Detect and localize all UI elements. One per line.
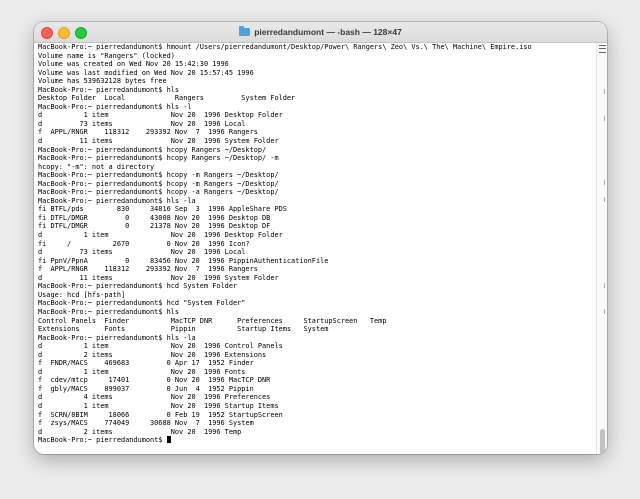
terminal-line: d 1 item Nov 20 1996 Control Panels	[38, 342, 283, 351]
terminal-line: d 73 items Nov 20 1996 Local	[38, 248, 246, 257]
terminal-line: f SCRN/8BIM 18066 0 Feb 19 1952 StartupS…	[38, 410, 283, 419]
terminal-line: MacBook-Pro:~ pierredandumont$ hcopy Ran…	[38, 145, 267, 154]
title-bar[interactable]: pierredandumont — -bash — 128×47	[34, 22, 607, 43]
terminal-line: MacBook-Pro:~ pierredandumont$ hls	[38, 307, 180, 316]
window-title: pierredandumont — -bash — 128×47	[34, 22, 607, 42]
terminal-line: Volume was created on Wed Nov 20 15:42:3…	[38, 60, 229, 69]
terminal-line: Extensions Fonts Pippin Startup Items Sy…	[38, 325, 329, 334]
terminal-line: MacBook-Pro:~ pierredandumont$ hls -l	[38, 102, 192, 111]
terminal-line: fi DTFL/DMGR 0 21378 Nov 20 1996 Desktop…	[38, 222, 271, 231]
scroll-mark-icon	[604, 180, 605, 185]
terminal-line: MacBook-Pro:~ pierredandumont$ hcopy -m …	[38, 171, 279, 180]
terminal-line: d 1 item Nov 20 1996 Startup Items	[38, 401, 279, 410]
scroll-mark-icon	[604, 89, 605, 94]
terminal-line: f APPL/RNGR 118312 293392 Nov 7 1996 Ran…	[38, 265, 258, 274]
terminal-line: Volume has 539632128 bytes free	[38, 77, 167, 86]
cursor	[166, 436, 171, 444]
terminal-line: d 2 items Nov 20 1996 Temp	[38, 427, 242, 436]
prompt-line[interactable]: MacBook-Pro:~ pierredandumont$	[38, 436, 593, 445]
terminal-window: pierredandumont — -bash — 128×47 MacBook…	[34, 22, 607, 454]
terminal-line: MacBook-Pro:~ pierredandumont$ hcopy -a …	[38, 188, 279, 197]
terminal-line: f APPL/RNGR 118312 293392 Nov 7 1996 Ran…	[38, 128, 258, 137]
terminal-line: f cdev/mtcp 17401 0 Nov 20 1996 MacTCP D…	[38, 376, 271, 385]
terminal-line: MacBook-Pro:~ pierredandumont$ hcopy -m …	[38, 179, 279, 188]
scroll-mark-icon	[604, 283, 605, 288]
terminal-line: Usage: hcd [hfs-path]	[38, 290, 126, 299]
terminal-line: fi PpnV/PpnA 0 83456 Nov 20 1996 PippinA…	[38, 256, 329, 265]
scroll-mark-icon	[604, 197, 605, 202]
terminal-line: MacBook-Pro:~ pierredandumont$ hmount /U…	[38, 43, 532, 51]
terminal-line: Desktop Folder Local Rangers System Fold…	[38, 94, 296, 103]
scrollbar[interactable]	[596, 43, 607, 454]
terminal-line: MacBook-Pro:~ pierredandumont$ hcd Syste…	[38, 282, 238, 291]
scroll-thumb[interactable]	[600, 429, 605, 454]
scroll-mark-icon	[604, 116, 605, 121]
prompt-text: MacBook-Pro:~ pierredandumont$	[38, 436, 167, 445]
terminal-line: d 11 items Nov 20 1996 System Folder	[38, 273, 279, 282]
terminal-line: d 1 item Nov 20 1996 Desktop Folder	[38, 111, 283, 120]
terminal-line: fi DTFL/DMGR 0 43008 Nov 20 1996 Desktop…	[38, 213, 271, 222]
menu-icon[interactable]	[599, 45, 606, 53]
window-title-text: pierredandumont — -bash — 128×47	[254, 27, 402, 37]
terminal-line: MacBook-Pro:~ pierredandumont$ hls	[38, 85, 180, 94]
terminal-line: f gbly/MACS 899037 0 Jun 4 1952 Pippin	[38, 384, 254, 393]
terminal-line: d 2 items Nov 20 1996 Extensions	[38, 350, 267, 359]
terminal-line: MacBook-Pro:~ pierredandumont$ hls -la	[38, 333, 196, 342]
terminal-line: fi / 2670 0 Nov 20 1996 Icon?	[38, 239, 250, 248]
scroll-mark-icon	[604, 309, 605, 314]
terminal-line: f zsys/MACS 774049 30688 Nov 7 1996 Syst…	[38, 419, 254, 428]
terminal-line: hcopy: "-m": not a directory	[38, 162, 155, 171]
terminal-line: Volume name is "Rangers" (locked)	[38, 51, 175, 60]
terminal-line: Volume was last modified on Wed Nov 20 1…	[38, 68, 254, 77]
terminal-line: Control Panels Finder MacTCP DNR Prefere…	[38, 316, 387, 325]
terminal-line: d 1 item Nov 20 1996 Fonts	[38, 367, 246, 376]
folder-icon	[239, 26, 251, 36]
terminal-line: d 1 item Nov 20 1996 Desktop Folder	[38, 231, 283, 240]
terminal-line: MacBook-Pro:~ pierredandumont$ hcopy Ran…	[38, 154, 279, 163]
terminal-output[interactable]: MacBook-Pro:~ pierredandumont$ hmount /U…	[34, 43, 597, 454]
terminal-line: f FNDR/MACS 469683 0 Apr 17 1952 Finder	[38, 359, 254, 368]
terminal-line: d 73 items Nov 20 1996 Local	[38, 119, 246, 128]
terminal-line: MacBook-Pro:~ pierredandumont$ hls -la	[38, 196, 196, 205]
terminal-line: MacBook-Pro:~ pierredandumont$ hcd "Syst…	[38, 299, 246, 308]
terminal-line: d 11 items Nov 20 1996 System Folder	[38, 137, 279, 146]
terminal-line: d 4 items Nov 20 1996 Preferences	[38, 393, 271, 402]
terminal-line: fi BTFL/pds 830 34816 Sep 3 1996 AppleSh…	[38, 205, 287, 214]
